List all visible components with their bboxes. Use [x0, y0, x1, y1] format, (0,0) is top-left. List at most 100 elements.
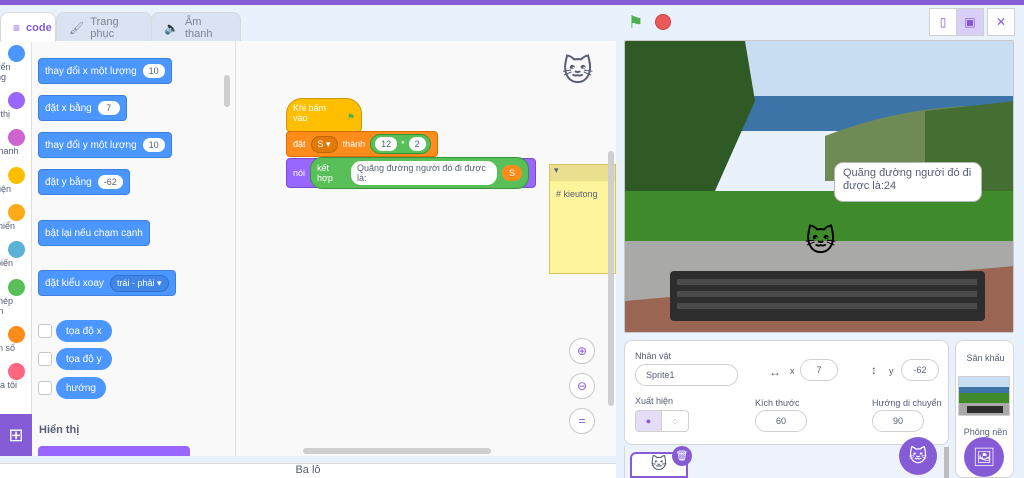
workspace-horizontal-scrollbar[interactable]	[303, 448, 491, 454]
add-backdrop-icon: 🖼	[972, 446, 996, 467]
choose-backdrop-button[interactable]: 🖼	[964, 437, 1004, 477]
backpack-bar[interactable]: Ba lô	[0, 463, 616, 478]
category-events[interactable]: ự kiện	[0, 167, 31, 194]
operators-dot-icon	[7, 279, 25, 296]
tab-costumes[interactable]: 🖌 Trang phục	[56, 12, 152, 42]
looks-block-partial[interactable]	[38, 446, 190, 456]
add-extension-button[interactable]: ⊞	[0, 414, 32, 456]
sprite-name-input[interactable]: Sprite1	[635, 364, 738, 386]
tab-sounds[interactable]: 🔈 Âm thanh	[151, 12, 241, 42]
category-sensing[interactable]: m biến	[0, 241, 31, 268]
fullscreen-icon: ✕	[995, 15, 1007, 29]
small-stage-button[interactable]: ▯	[929, 8, 957, 36]
comment-note[interactable]: ▾ # kieutong	[549, 164, 616, 274]
zoom-reset-button[interactable]: =	[569, 408, 595, 434]
x-position-checkbox[interactable]	[38, 324, 52, 338]
change-y-block[interactable]: thay đổi y một lượng 10	[38, 132, 172, 158]
x-arrows-icon: ↔	[769, 365, 781, 379]
join-block[interactable]: kết hợp Quãng đường người đó đi được là:…	[310, 157, 529, 189]
stage-thumbnail[interactable]	[958, 376, 1010, 416]
set-variable-block[interactable]: đặt S ▾ thành 12 * 2	[286, 131, 438, 157]
y-arrows-icon: ↕	[871, 363, 877, 377]
direction-reporter[interactable]: hướng	[56, 377, 106, 399]
palette-scrollbar[interactable]	[224, 75, 230, 107]
speaker-icon: 🔈	[164, 20, 179, 35]
when-flag-clicked-block[interactable]: Khi bấm vào ⚑	[286, 98, 362, 132]
change-y-value[interactable]: 10	[142, 138, 165, 152]
hide-sprite-button[interactable]: ◌	[661, 410, 689, 432]
size-input[interactable]: 60	[755, 410, 807, 432]
extension-icon: ⊞	[8, 424, 24, 445]
category-sound[interactable]: m thanh	[0, 129, 31, 156]
add-sprite-icon: 🐱	[908, 445, 928, 466]
myblocks-dot-icon	[7, 363, 25, 380]
fullscreen-button[interactable]: ✕	[987, 8, 1015, 36]
show-sprite-button[interactable]: ●	[635, 410, 662, 432]
left-operand[interactable]: 12	[375, 137, 398, 151]
tab-code[interactable]: ≡ code	[0, 12, 56, 42]
cat-icon: 🐱	[650, 456, 668, 473]
script-area[interactable]: Khi bấm vào ⚑ đặt S ▾ thành 12 * 2 nói k…	[236, 41, 616, 456]
set-x-value[interactable]: 7	[97, 101, 120, 115]
category-menu: huyểnđộng iển thị m thanh ự kiện u khiển…	[0, 41, 32, 456]
variables-dot-icon	[7, 326, 25, 343]
category-operators[interactable]: c phéptoán	[0, 279, 31, 316]
code-icon: ≡	[13, 20, 21, 35]
zoom-in-button[interactable]: ⊕	[569, 338, 595, 364]
x-position-reporter[interactable]: tọa độ x	[56, 320, 112, 342]
say-block[interactable]: nói kết hợp Quãng đường người đó đi được…	[286, 157, 536, 189]
x-position-input[interactable]: 7	[800, 359, 838, 381]
green-flag-icon: ⚑	[628, 13, 644, 32]
comment-text[interactable]: # kieutong	[550, 181, 615, 207]
category-control[interactable]: u khiển	[0, 204, 31, 231]
svg-text:🐱: 🐱	[805, 224, 836, 259]
category-label: huyểnđộng	[0, 62, 11, 82]
direction-checkbox[interactable]	[38, 381, 52, 395]
normal-stage-button[interactable]: ▣	[956, 8, 984, 36]
category-myblocks[interactable]: i của tôi	[0, 363, 31, 390]
small-stage-icon: ▯	[939, 15, 947, 29]
category-variables[interactable]: biến số	[0, 326, 31, 353]
green-flag-icon: ⚑	[346, 112, 355, 122]
variable-reporter[interactable]: S	[501, 165, 522, 181]
brush-icon: 🖌	[69, 20, 85, 35]
zoom-out-button[interactable]: ⊖	[569, 373, 595, 399]
workspace-vertical-scrollbar[interactable]	[608, 151, 614, 406]
category-looks[interactable]: iển thị	[0, 92, 31, 119]
right-operand[interactable]: 2	[408, 137, 426, 151]
rotation-style-block[interactable]: đặt kiểu xoay trái - phải ▾	[38, 270, 176, 296]
multiply-operator-block[interactable]: 12 * 2	[370, 134, 431, 154]
trash-icon: 🗑	[675, 450, 689, 462]
speech-bubble: Quãng đường người đó đi được là:24	[834, 162, 982, 202]
join-text-input[interactable]: Quãng đường người đó đi được là:	[350, 161, 497, 185]
bounce-block[interactable]: bật lại nếu chạm cạnh	[38, 220, 150, 246]
category-motion[interactable]: huyểnđộng	[0, 45, 31, 82]
change-x-value[interactable]: 10	[142, 64, 165, 78]
zoom-in-icon: ⊕	[576, 344, 588, 358]
delete-sprite-button[interactable]: 🗑	[672, 446, 692, 466]
green-flag-button[interactable]: ⚑	[628, 13, 643, 33]
sprite-list-scrollbar[interactable]	[944, 447, 949, 478]
choose-sprite-button[interactable]: 🐱	[899, 437, 937, 475]
variable-dropdown[interactable]: S ▾	[310, 135, 338, 153]
stop-button[interactable]	[655, 14, 671, 30]
comment-collapse-icon[interactable]: ▾	[550, 165, 615, 181]
block-palette: thay đổi x một lượng 10 đặt x bằng 7 tha…	[32, 41, 236, 456]
rotation-style-dropdown[interactable]: trái - phải ▾	[109, 274, 169, 292]
y-position-reporter[interactable]: tọa độ y	[56, 348, 112, 370]
change-x-block[interactable]: thay đổi x một lượng 10	[38, 58, 172, 84]
eye-off-icon: ◌	[672, 416, 678, 426]
set-y-value[interactable]: -62	[97, 175, 123, 189]
set-y-block[interactable]: đặt y bằng -62	[38, 169, 130, 195]
reset-icon: =	[578, 414, 586, 428]
y-position-input[interactable]: -62	[901, 359, 939, 381]
y-position-checkbox[interactable]	[38, 352, 52, 366]
sensing-dot-icon	[7, 241, 25, 258]
sound-dot-icon	[7, 129, 25, 146]
set-x-block[interactable]: đặt x bằng 7	[38, 95, 127, 121]
events-dot-icon	[7, 167, 25, 184]
normal-stage-icon: ▣	[964, 15, 976, 29]
control-dot-icon	[7, 204, 25, 221]
menu-bar	[0, 0, 1024, 5]
direction-input[interactable]: 90	[872, 410, 924, 432]
